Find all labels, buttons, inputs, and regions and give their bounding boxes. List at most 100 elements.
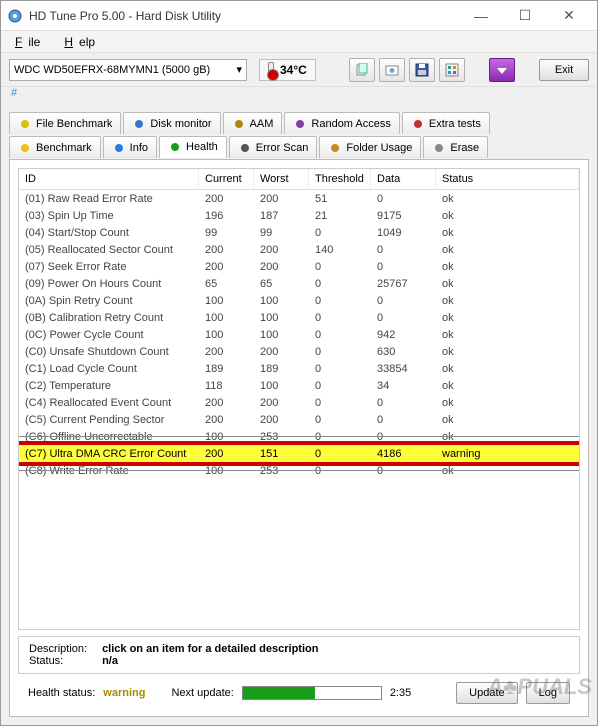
- cell-id: (01) Raw Read Error Rate: [19, 192, 199, 206]
- table-row[interactable]: (C1) Load Cycle Count189189033854ok: [19, 360, 579, 377]
- table-row[interactable]: (07) Seek Error Rate20020000ok: [19, 258, 579, 275]
- cell-sta: ok: [436, 311, 579, 325]
- col-threshold[interactable]: Threshold: [309, 169, 371, 189]
- erase-icon: [432, 141, 446, 155]
- down-arrow-button[interactable]: [489, 58, 515, 82]
- table-row[interactable]: (05) Reallocated Sector Count2002001400o…: [19, 241, 579, 258]
- table-row[interactable]: (0C) Power Cycle Count1001000942ok: [19, 326, 579, 343]
- cell-thr: 0: [309, 396, 371, 410]
- tab-health[interactable]: Health: [159, 136, 227, 158]
- cell-thr: 0: [309, 413, 371, 427]
- countdown-value: 2:35: [390, 687, 411, 699]
- thermometer-icon: [268, 62, 274, 78]
- cell-id: (C0) Unsafe Shutdown Count: [19, 345, 199, 359]
- tab-label: AAM: [250, 118, 274, 130]
- log-button[interactable]: Log: [526, 682, 570, 704]
- cell-id: (C1) Load Cycle Count: [19, 362, 199, 376]
- cell-wor: 151: [254, 447, 309, 461]
- cell-dat: 0: [371, 396, 436, 410]
- temperature-value: 34°C: [280, 63, 307, 77]
- update-progress: [242, 686, 382, 700]
- cell-cur: 200: [199, 192, 254, 206]
- tab-info[interactable]: Info: [103, 136, 157, 158]
- copy-button[interactable]: [349, 58, 375, 82]
- cell-sta: warning: [436, 447, 579, 461]
- cell-id: (C4) Reallocated Event Count: [19, 396, 199, 410]
- chevron-down-icon: ▾: [236, 63, 242, 76]
- exit-button[interactable]: Exit: [539, 59, 589, 81]
- tab-file-benchmark[interactable]: File Benchmark: [9, 112, 121, 134]
- tab-extra-tests[interactable]: Extra tests: [402, 112, 490, 134]
- tab-label: Error Scan: [256, 142, 309, 154]
- save-button[interactable]: [409, 58, 435, 82]
- cell-dat: 0: [371, 192, 436, 206]
- cell-sta: ok: [436, 277, 579, 291]
- cell-dat: 33854: [371, 362, 436, 376]
- table-row[interactable]: (0B) Calibration Retry Count10010000ok: [19, 309, 579, 326]
- screenshot-button[interactable]: [379, 58, 405, 82]
- cell-sta: ok: [436, 328, 579, 342]
- close-button[interactable]: ✕: [547, 2, 591, 30]
- window-title: HD Tune Pro 5.00 - Hard Disk Utility: [29, 9, 459, 23]
- cell-cur: 200: [199, 447, 254, 461]
- maximize-button[interactable]: ☐: [503, 2, 547, 30]
- cell-id: (07) Seek Error Rate: [19, 260, 199, 274]
- table-row[interactable]: (C4) Reallocated Event Count20020000ok: [19, 394, 579, 411]
- cell-dat: 630: [371, 345, 436, 359]
- tab-random-access[interactable]: Random Access: [284, 112, 399, 134]
- cell-cur: 65: [199, 277, 254, 291]
- col-worst[interactable]: Worst: [254, 169, 309, 189]
- tab-aam[interactable]: AAM: [223, 112, 283, 134]
- table-row[interactable]: (0A) Spin Retry Count10010000ok: [19, 292, 579, 309]
- cell-cur: 100: [199, 294, 254, 308]
- table-row[interactable]: (03) Spin Up Time196187219175ok: [19, 207, 579, 224]
- cell-dat: 9175: [371, 209, 436, 223]
- cell-wor: 200: [254, 345, 309, 359]
- status-label: Status:: [29, 655, 99, 667]
- cell-thr: 21: [309, 209, 371, 223]
- tab-erase[interactable]: Erase: [423, 136, 488, 158]
- table-row[interactable]: (C7) Ultra DMA CRC Error Count2001510418…: [19, 445, 579, 462]
- cell-thr: 51: [309, 192, 371, 206]
- description-label: Description:: [29, 643, 99, 655]
- tab-error-scan[interactable]: Error Scan: [229, 136, 318, 158]
- disk-monitor-icon: [132, 117, 146, 131]
- update-button[interactable]: Update: [456, 682, 517, 704]
- menu-help[interactable]: Help: [58, 33, 107, 51]
- cell-cur: 200: [199, 260, 254, 274]
- tab-disk-monitor[interactable]: Disk monitor: [123, 112, 220, 134]
- cell-wor: 200: [254, 192, 309, 206]
- file-benchmark-icon: [18, 117, 32, 131]
- options-button[interactable]: [439, 58, 465, 82]
- col-status[interactable]: Status: [436, 169, 579, 189]
- minimize-button[interactable]: —: [459, 2, 503, 30]
- col-current[interactable]: Current: [199, 169, 254, 189]
- drive-select[interactable]: WDC WD50EFRX-68MYMN1 (5000 gB) ▾: [9, 59, 247, 81]
- table-row[interactable]: (04) Start/Stop Count999901049ok: [19, 224, 579, 241]
- table-row[interactable]: (C2) Temperature118100034ok: [19, 377, 579, 394]
- cell-cur: 200: [199, 345, 254, 359]
- tab-folder-usage[interactable]: Folder Usage: [319, 136, 421, 158]
- cell-thr: 0: [309, 447, 371, 461]
- cell-id: (C7) Ultra DMA CRC Error Count: [19, 447, 199, 461]
- table-row[interactable]: (01) Raw Read Error Rate200200510ok: [19, 190, 579, 207]
- cell-id: (05) Reallocated Sector Count: [19, 243, 199, 257]
- col-data[interactable]: Data: [371, 169, 436, 189]
- cell-sta: ok: [436, 260, 579, 274]
- aam-icon: [232, 117, 246, 131]
- table-row[interactable]: (C5) Current Pending Sector20020000ok: [19, 411, 579, 428]
- cell-cur: 99: [199, 226, 254, 240]
- cell-dat: 4186: [371, 447, 436, 461]
- health-status-value: warning: [103, 687, 145, 699]
- cell-dat: 0: [371, 311, 436, 325]
- cell-thr: 0: [309, 226, 371, 240]
- table-row[interactable]: (09) Power On Hours Count6565025767ok: [19, 275, 579, 292]
- table-row[interactable]: (C0) Unsafe Shutdown Count2002000630ok: [19, 343, 579, 360]
- cell-cur: 196: [199, 209, 254, 223]
- cell-id: (09) Power On Hours Count: [19, 277, 199, 291]
- tab-benchmark[interactable]: Benchmark: [9, 136, 101, 158]
- menu-file[interactable]: File: [9, 33, 52, 51]
- col-id[interactable]: ID: [19, 169, 199, 189]
- cell-wor: 100: [254, 379, 309, 393]
- tab-label: Health: [186, 141, 218, 153]
